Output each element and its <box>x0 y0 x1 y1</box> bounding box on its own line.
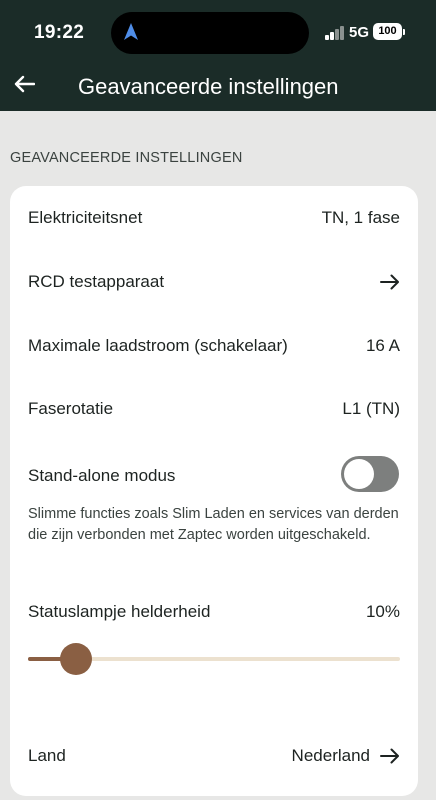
location-icon <box>124 23 138 40</box>
standalone-toggle[interactable] <box>341 456 399 492</box>
page-title: Geavanceerde instellingen <box>78 74 339 99</box>
signal-icon <box>325 26 345 40</box>
network-type: 5G <box>349 24 370 41</box>
top-bar: 19:22 5G 100 Geavanceerde instellingen <box>0 0 436 111</box>
status-time: 19:22 <box>34 22 85 43</box>
slider-thumb[interactable] <box>60 643 93 675</box>
brightness-label: Statuslampje helderheid <box>28 602 211 621</box>
setting-row-country[interactable]: Land Nederland <box>28 742 400 770</box>
arrow-right-icon <box>380 748 399 764</box>
phase-label: Faserotatie <box>28 399 114 418</box>
setting-row-max-current[interactable]: Maximale laadstroom (schakelaar) 16 A <box>28 332 400 360</box>
setting-row-rcd[interactable]: RCD testapparaat <box>28 268 400 296</box>
brightness-value: 10% <box>365 602 400 621</box>
standalone-label: Stand-alone modus <box>28 466 176 485</box>
country-value: Nederland <box>291 746 370 765</box>
back-button[interactable] <box>10 70 38 98</box>
dynamic-island <box>111 12 309 54</box>
setting-row-standalone: Stand-alone modus <box>28 462 328 490</box>
setting-row-brightness: Statuslampje helderheid 10% <box>28 598 400 626</box>
phase-value: L1 (TN) <box>342 399 400 418</box>
arrow-left-icon <box>14 75 35 93</box>
toggle-knob <box>344 459 374 489</box>
battery-icon: 100 <box>373 23 402 40</box>
settings-card: Elektriciteitsnet TN, 1 fase RCD testapp… <box>10 186 418 796</box>
brightness-slider[interactable] <box>28 643 400 675</box>
max-current-label: Maximale laadstroom (schakelaar) <box>28 336 288 355</box>
section-label: GEAVANCEERDE INSTELLINGEN <box>10 150 243 166</box>
setting-row-grid[interactable]: Elektriciteitsnet TN, 1 fase <box>28 204 400 232</box>
rcd-label: RCD testapparaat <box>28 272 165 291</box>
grid-value: TN, 1 fase <box>321 208 400 227</box>
grid-label: Elektriciteitsnet <box>28 208 143 227</box>
arrow-right-icon <box>380 274 399 290</box>
standalone-description: Slimme functies zoals Slim Laden en serv… <box>28 506 399 543</box>
battery-cap <box>403 29 405 35</box>
max-current-value: 16 A <box>365 336 400 355</box>
country-label: Land <box>28 746 66 765</box>
setting-row-phase[interactable]: Faserotatie L1 (TN) <box>28 395 400 423</box>
